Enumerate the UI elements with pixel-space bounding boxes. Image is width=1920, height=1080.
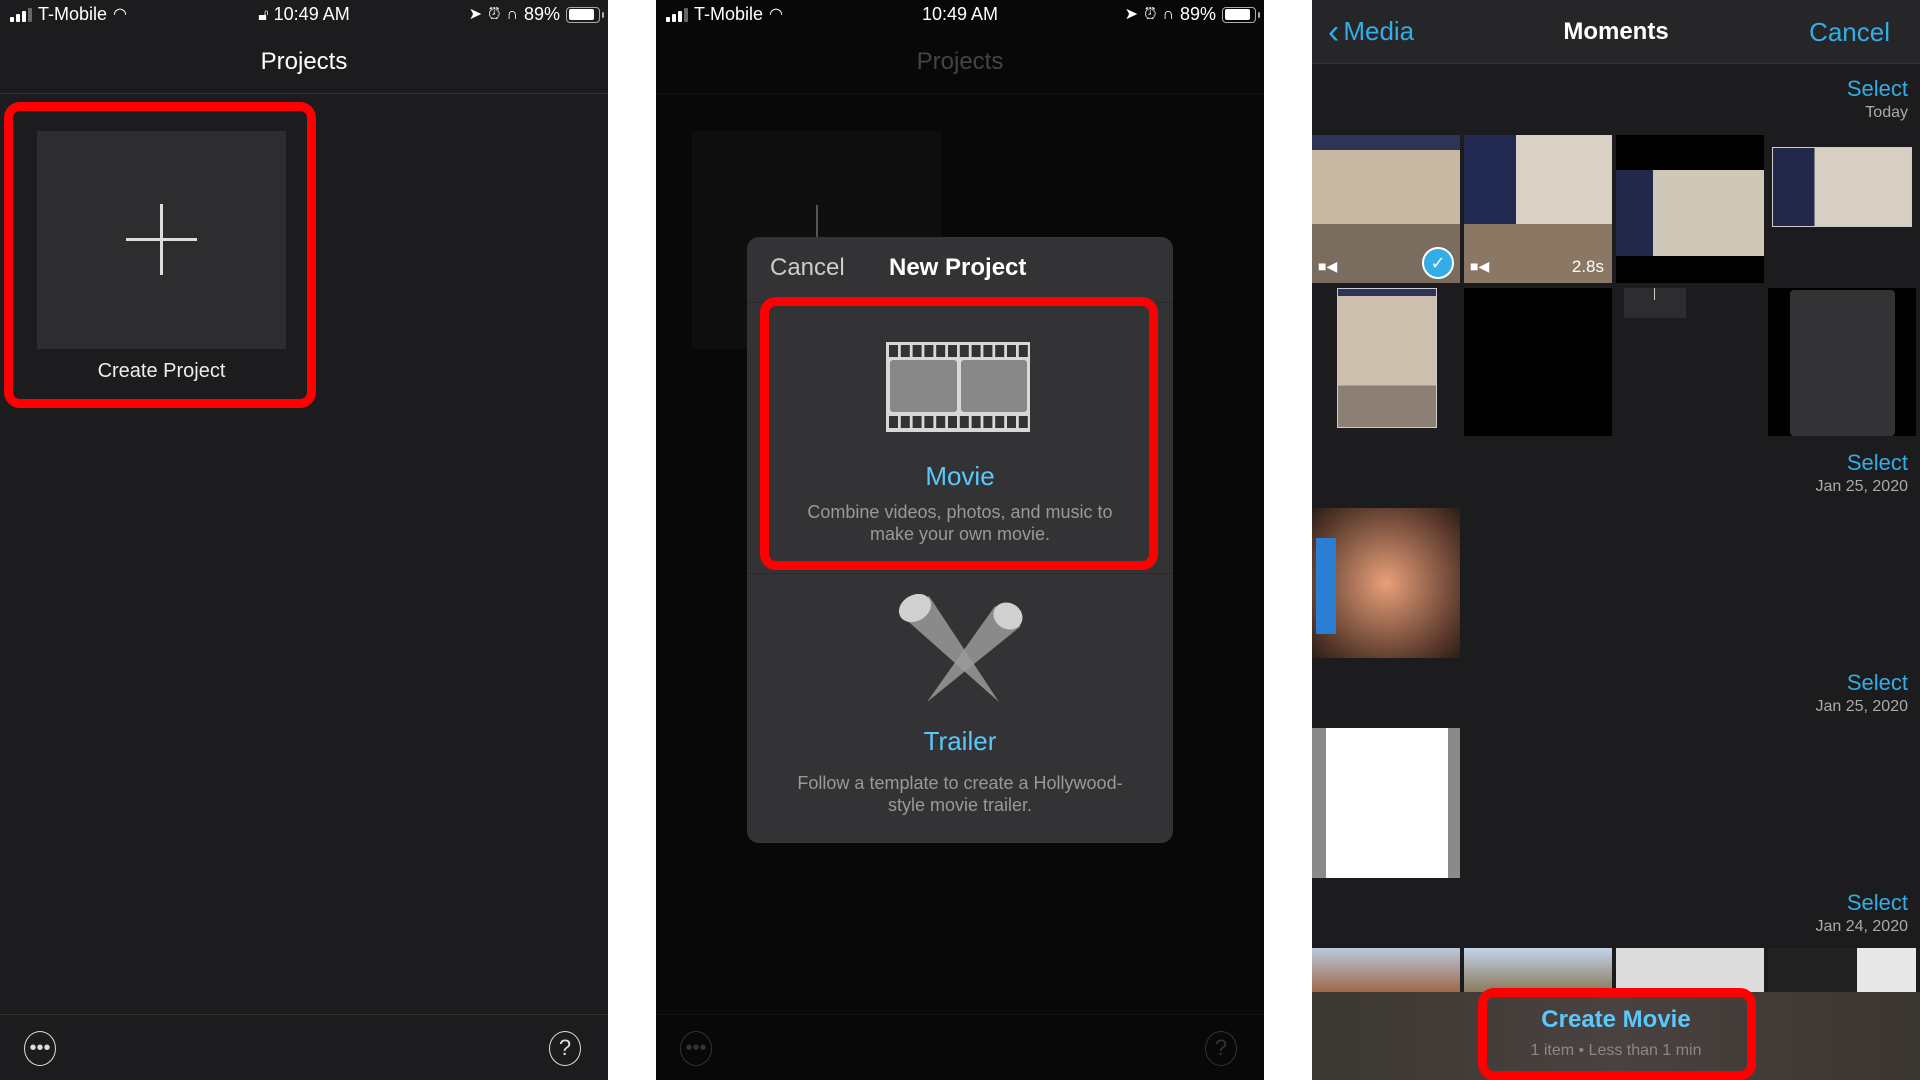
film-hole	[889, 345, 898, 357]
select-button[interactable]: Select	[1847, 670, 1908, 696]
film-hole	[936, 345, 946, 357]
film-hole	[971, 345, 981, 357]
film-hole	[912, 345, 922, 357]
media-thumbnail[interactable]	[1616, 288, 1764, 436]
checkmark-icon: ✓	[1422, 247, 1454, 279]
movie-option-title: Movie	[925, 461, 995, 491]
film-hole	[995, 416, 1005, 428]
film-hole	[995, 345, 1005, 357]
cancel-button[interactable]: Cancel	[770, 254, 845, 282]
film-hole	[1007, 416, 1016, 428]
movie-option-description: Combine videos, photos, and music to mak…	[807, 502, 1113, 544]
help-button[interactable]: ?	[1205, 1031, 1237, 1066]
film-hole	[1007, 345, 1016, 357]
film-hole	[900, 416, 910, 428]
battery-percent: 89%	[523, 4, 560, 24]
select-button[interactable]: Select	[1847, 450, 1908, 476]
trailer-option-title: Trailer	[923, 726, 997, 756]
page-title: Projects	[916, 48, 1004, 75]
help-button[interactable]: ?	[549, 1031, 581, 1066]
plus-icon-vertical	[160, 204, 163, 275]
toolbar-divider	[0, 1014, 608, 1015]
section-date: Jan 25, 2020	[1815, 698, 1908, 715]
dialog-title: New Project	[889, 254, 1027, 281]
headphones-icon: ∩	[1162, 5, 1174, 23]
media-thumbnail[interactable]: ■◀ ✓	[1312, 135, 1460, 283]
media-thumbnail[interactable]	[1312, 728, 1460, 878]
media-thumbnail[interactable]	[1768, 288, 1916, 436]
location-icon: ➤	[468, 5, 482, 23]
media-thumbnail[interactable]: ■◀ 2.8s	[1464, 135, 1612, 283]
film-hole	[924, 345, 934, 357]
film-hole	[959, 345, 969, 357]
status-bar: T-Mobile ◠ 10:49 AM ➤ ⏰︎ ∩ 89%	[656, 0, 1264, 30]
film-hole	[971, 416, 981, 428]
film-hole	[924, 416, 934, 428]
film-hole	[948, 416, 957, 428]
alarm-icon: ⏰︎	[1143, 5, 1157, 23]
video-camera-icon: ■◀	[1318, 258, 1338, 274]
create-project-label[interactable]: Create Project	[37, 360, 286, 383]
media-thumbnail[interactable]	[1616, 135, 1764, 283]
projects-screen: T-Mobile ◠ 🔓︎ 10:49 AM ➤ ⏰︎ ∩ 89% Projec…	[0, 0, 608, 1080]
media-thumbnail[interactable]	[1312, 288, 1460, 436]
battery-icon	[1222, 6, 1260, 23]
media-thumbnail[interactable]	[1768, 135, 1916, 283]
create-project-button[interactable]	[37, 131, 286, 349]
status-bar: T-Mobile ◠ 🔓︎ 10:49 AM ➤ ⏰︎ ∩ 89%	[0, 0, 608, 30]
section-date: Jan 24, 2020	[1815, 918, 1908, 935]
spotlights-icon	[898, 594, 1023, 702]
section-date: Jan 25, 2020	[1815, 478, 1908, 495]
film-strip-icon	[886, 342, 1030, 432]
navigation-bar: ‹ Media Moments Cancel	[1312, 0, 1920, 64]
select-button[interactable]: Select	[1847, 890, 1908, 916]
create-movie-button[interactable]: Create Movie	[1312, 1006, 1920, 1034]
film-hole	[936, 416, 946, 428]
section-date: Today	[1865, 104, 1908, 121]
film-hole	[1018, 416, 1028, 428]
media-thumbnail[interactable]	[1616, 948, 1764, 992]
battery-percent: 89%	[1179, 4, 1216, 24]
cancel-button[interactable]: Cancel	[1809, 17, 1890, 48]
location-icon: ➤	[1124, 5, 1138, 23]
media-thumbnail[interactable]	[1312, 508, 1460, 658]
divider	[0, 93, 608, 94]
film-hole	[983, 416, 993, 428]
alarm-icon: ⏰︎	[487, 5, 501, 23]
media-thumbnail[interactable]	[1464, 948, 1612, 992]
film-hole	[1018, 345, 1028, 357]
headphones-icon: ∩	[506, 5, 518, 23]
selection-summary: 1 item • Less than 1 min	[1530, 1042, 1702, 1059]
movie-option[interactable]: Movie	[747, 303, 1173, 523]
film-hole	[912, 416, 922, 428]
time-label: 10:49 AM	[921, 4, 999, 24]
new-project-screen: T-Mobile ◠ 10:49 AM ➤ ⏰︎ ∩ 89% Projects …	[656, 0, 1264, 1080]
media-thumbnail[interactable]	[1312, 948, 1460, 992]
film-hole	[889, 416, 898, 428]
film-hole	[948, 345, 957, 357]
page-title: Projects	[260, 48, 348, 75]
more-button[interactable]: •••	[680, 1031, 712, 1066]
battery-icon	[566, 6, 604, 23]
divider	[656, 93, 1264, 94]
select-button[interactable]: Select	[1847, 76, 1908, 102]
film-hole	[900, 345, 910, 357]
moments-screen: ‹ Media Moments Cancel Select Today ■◀ ✓…	[1312, 0, 1920, 1080]
toolbar-divider	[656, 1014, 1264, 1015]
film-hole	[983, 345, 993, 357]
clip-duration: 2.8s	[1571, 257, 1604, 276]
media-thumbnail[interactable]	[1464, 288, 1612, 436]
video-camera-icon: ■◀	[1470, 258, 1490, 274]
time-label: 10:49 AM	[273, 4, 350, 24]
more-button[interactable]: •••	[24, 1031, 56, 1066]
film-hole	[959, 416, 969, 428]
lock-icon: 🔓︎	[258, 7, 269, 24]
trailer-option-description: Follow a template to create a Hollywood-…	[797, 773, 1123, 815]
media-thumbnail[interactable]	[1768, 948, 1916, 992]
new-project-dialog: Cancel New Project Movie Combine videos,…	[747, 237, 1173, 843]
